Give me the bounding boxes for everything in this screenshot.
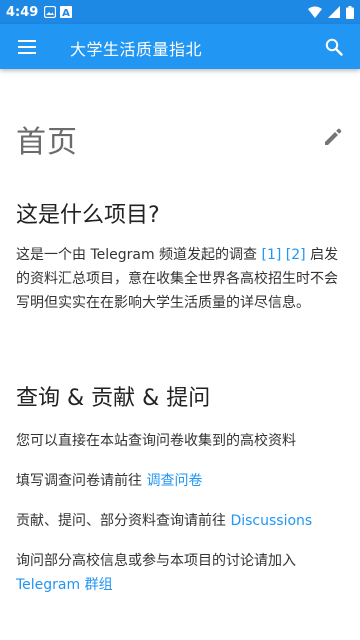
status-notifications: A: [44, 6, 73, 18]
survey-line-text: 填写调查问卷请前往: [16, 473, 147, 489]
search-button[interactable]: [322, 35, 346, 59]
discussions-link[interactable]: Discussions: [230, 513, 312, 529]
menu-button[interactable]: [0, 24, 54, 69]
ref-link-2[interactable]: [2]: [286, 247, 306, 263]
a-box-icon: A: [60, 6, 73, 18]
survey-line: 填写调查问卷请前往 调查问卷: [16, 469, 344, 493]
signal-icon: [328, 6, 340, 18]
query-line-text: 您可以直接在本站查询问卷收集到的高校资料: [16, 433, 296, 449]
discussions-line-text: 贡献、提问、部分资料查询请前往: [16, 513, 231, 529]
query-line: 您可以直接在本站查询问卷收集到的高校资料: [16, 429, 344, 453]
image-icon: [44, 6, 57, 18]
wifi-icon: [308, 6, 322, 18]
battery-icon: [346, 5, 354, 19]
section-heading-query: 查询 & 贡献 & 提问: [16, 386, 211, 411]
search-icon: [325, 38, 343, 56]
survey-link[interactable]: 调查问卷: [146, 473, 202, 489]
telegram-group-link[interactable]: Telegram 群组: [16, 577, 113, 593]
ref-link-1[interactable]: [1]: [262, 247, 282, 263]
app-title: 大学生活质量指北: [70, 40, 203, 59]
status-time: 4:49: [6, 4, 39, 20]
intro-paragraph: 这是一个由 Telegram 频道发起的调查 [1] [2] 启发的资料汇总项目…: [16, 243, 344, 315]
app-bar: 大学生活质量指北: [0, 24, 360, 69]
edit-button[interactable]: [323, 127, 345, 149]
pencil-icon: [325, 128, 342, 145]
telegram-line: 询问部分高校信息或参与本项目的讨论请加入 Telegram 群组: [16, 549, 344, 597]
discussions-line: 贡献、提问、部分资料查询请前往 Discussions: [16, 509, 344, 533]
page-title: 首页: [16, 125, 78, 160]
section-heading-what: 这是什么项目?: [16, 203, 160, 228]
telegram-line-text: 询问部分高校信息或参与本项目的讨论请加入: [16, 553, 296, 569]
intro-text-before: 这是一个由 Telegram 频道发起的调查: [16, 247, 262, 263]
status-system-icons: [308, 5, 354, 19]
status-bar: 4:49 A: [0, 0, 360, 24]
menu-icon: [18, 39, 36, 54]
svg-text:A: A: [62, 8, 70, 18]
